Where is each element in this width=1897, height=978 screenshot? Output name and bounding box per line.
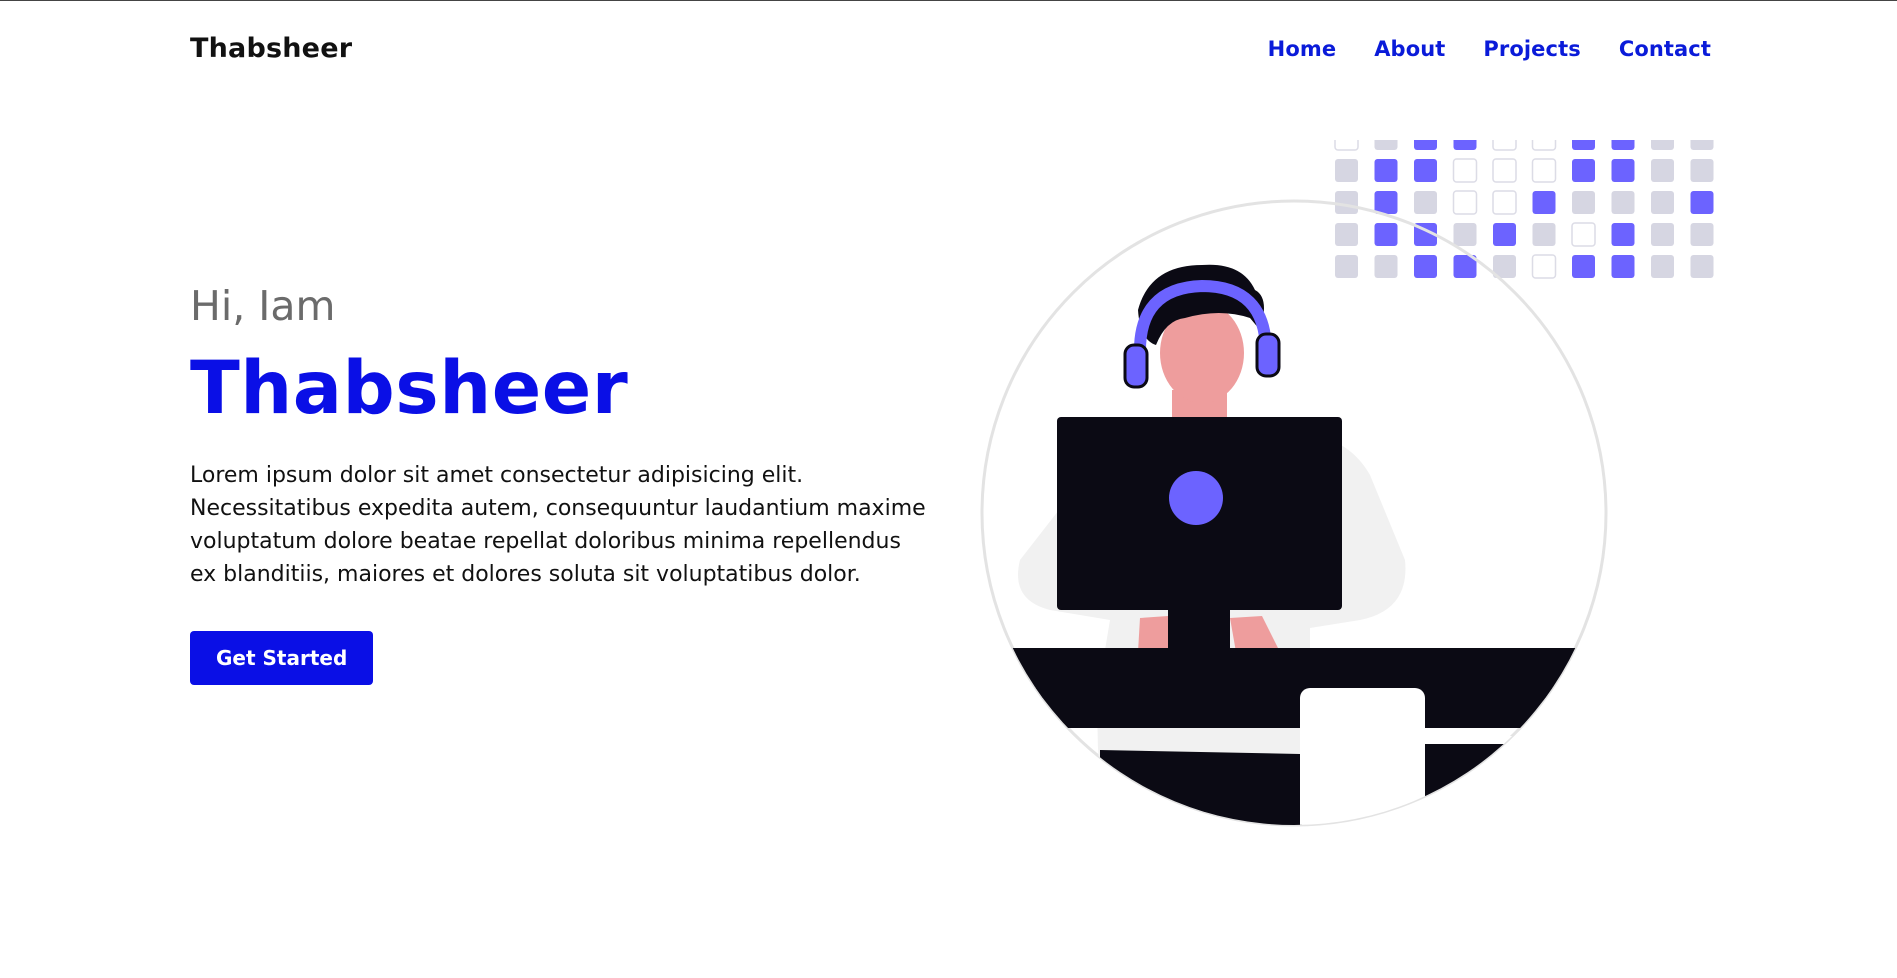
grid-square (1492, 190, 1517, 215)
grid-square (1531, 126, 1557, 151)
grid-square (1492, 158, 1517, 183)
grid-square (1335, 159, 1358, 182)
desk-shelf-gap (1425, 736, 1606, 744)
chair-base (1100, 750, 1302, 825)
nav-projects[interactable]: Projects (1483, 37, 1580, 61)
grid-square (1374, 191, 1398, 214)
grid-square (1611, 127, 1635, 150)
decorative-square-grid (1334, 126, 1714, 279)
grid-square (1611, 191, 1635, 214)
nav-contact[interactable]: Contact (1619, 37, 1711, 61)
headphones-left-cup (1123, 343, 1149, 389)
headphones-right-cup (1255, 332, 1281, 378)
grid-square (1335, 191, 1358, 214)
grid-square (1651, 223, 1674, 246)
hero-description: Lorem ipsum dolor sit amet consectetur a… (190, 463, 926, 587)
get-started-button[interactable]: Get Started (190, 631, 374, 685)
grid-square (1452, 158, 1478, 183)
grid-square (1690, 159, 1714, 182)
grid-square (1572, 255, 1595, 278)
desk-drawer-panel (1300, 688, 1425, 825)
site-logo[interactable]: Thabsheer (190, 33, 352, 64)
nav-home[interactable]: Home (1268, 37, 1337, 61)
grid-square (1572, 127, 1595, 150)
person-left-hand (1138, 616, 1172, 652)
site-header: Thabsheer Home About Projects Contact (0, 0, 1897, 100)
grid-square (1531, 254, 1557, 279)
grid-square (1690, 191, 1714, 214)
grid-square (1690, 127, 1714, 150)
grid-square (1414, 191, 1437, 214)
nav-about[interactable]: About (1374, 37, 1445, 61)
grid-square (1452, 190, 1478, 215)
grid-square (1335, 223, 1358, 246)
grid-square (1651, 255, 1674, 278)
desk-cabinet (1425, 744, 1606, 825)
illustration-scene (982, 264, 1606, 825)
grid-square (1690, 223, 1714, 246)
grid-square (1690, 255, 1714, 278)
grid-square (1572, 191, 1595, 214)
grid-square (1572, 159, 1595, 182)
hero-greeting: Hi, Iam (190, 282, 336, 330)
hero-name: Thabsheer (190, 346, 629, 431)
grid-square (1493, 223, 1516, 246)
grid-square (1571, 222, 1596, 247)
grid-square (1374, 223, 1398, 246)
grid-square (1335, 255, 1358, 278)
grid-square (1414, 159, 1437, 182)
grid-square (1611, 159, 1635, 182)
grid-square (1374, 159, 1398, 182)
hero-illustration (980, 126, 1750, 840)
grid-square (1334, 126, 1359, 151)
grid-square (1374, 255, 1398, 278)
grid-square (1414, 127, 1437, 150)
grid-square (1532, 191, 1556, 214)
developer-illustration (980, 126, 1714, 827)
grid-square (1651, 159, 1674, 182)
grid-square (1492, 126, 1517, 151)
grid-square (1611, 223, 1635, 246)
grid-square (1651, 191, 1674, 214)
hero-section: Hi, Iam Thabsheer Lorem ipsum dolor sit … (190, 282, 950, 685)
grid-square (1414, 255, 1437, 278)
grid-square (1453, 127, 1477, 150)
grid-square (1531, 158, 1557, 183)
monitor-logo-circle (1169, 471, 1223, 525)
grid-square (1532, 223, 1556, 246)
grid-square (1611, 255, 1635, 278)
main-nav: Home About Projects Contact (1268, 37, 1711, 61)
grid-square (1453, 223, 1477, 246)
grid-square (1374, 127, 1398, 150)
grid-square (1651, 127, 1674, 150)
